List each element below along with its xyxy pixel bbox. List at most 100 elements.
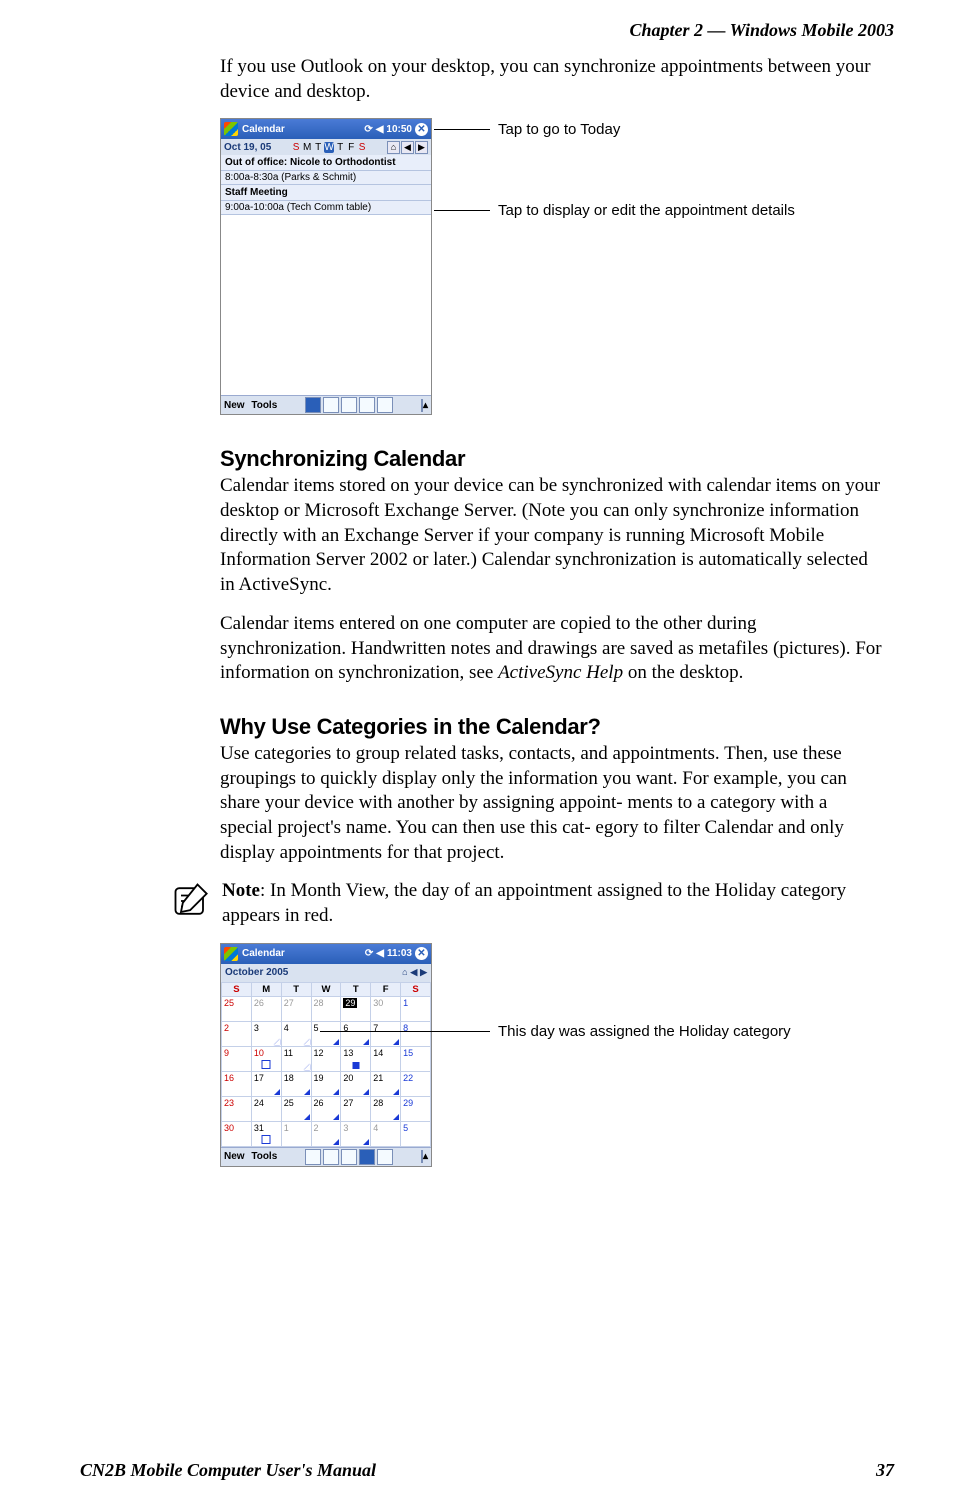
categories-paragraph: Use categories to group related tasks, c…	[220, 742, 884, 865]
day-cell[interactable]: 30	[222, 1121, 252, 1146]
view-day-icon-2[interactable]	[323, 1149, 339, 1165]
view-month-icon[interactable]	[359, 397, 375, 413]
empty-area[interactable]	[221, 215, 431, 395]
day-cell[interactable]: 28	[311, 996, 341, 1021]
day-t2[interactable]: T	[335, 142, 345, 153]
day-cell[interactable]: 1	[281, 1121, 311, 1146]
day-cell[interactable]: 11	[281, 1046, 311, 1071]
next-day-icon[interactable]: ▶	[415, 141, 428, 154]
day-cell[interactable]: 4	[371, 1121, 401, 1146]
day-cell[interactable]: 2	[222, 1021, 252, 1046]
day-cell[interactable]: 30	[371, 996, 401, 1021]
weekday-strip[interactable]: S M T W T F S	[291, 142, 367, 153]
day-t[interactable]: T	[313, 142, 323, 153]
day-cell[interactable]: 7	[371, 1021, 401, 1046]
day-cell[interactable]: 8	[401, 1021, 431, 1046]
day-cell[interactable]: 3	[341, 1121, 371, 1146]
close-icon-2[interactable]: ✕	[415, 947, 428, 960]
new-menu-2[interactable]: New	[224, 1151, 245, 1162]
month-grid[interactable]: S M T W T F S 25262728293012345678910111…	[221, 982, 431, 1147]
day-cell[interactable]: 17	[251, 1071, 281, 1096]
note-text: : In Month View, the day of an appointme…	[222, 880, 846, 926]
day-cell[interactable]: 4	[281, 1021, 311, 1046]
close-icon[interactable]: ✕	[415, 123, 428, 136]
day-cell[interactable]: 21	[371, 1071, 401, 1096]
day-cell[interactable]: 25	[281, 1096, 311, 1121]
day-cell[interactable]: 19	[311, 1071, 341, 1096]
prev-day-icon[interactable]: ◀	[401, 141, 414, 154]
day-cell[interactable]: 1	[401, 996, 431, 1021]
dow-s: S	[222, 982, 252, 996]
prev-month-icon[interactable]: ◀	[410, 967, 417, 977]
screenshot-month-view-wrap: Calendar ⟳ ◀ 11:03 ✕ October 2005 ⌂ ◀ ▶	[220, 943, 884, 1183]
new-menu[interactable]: New	[224, 400, 245, 411]
view-year-icon-2[interactable]	[377, 1149, 393, 1165]
page-header: Chapter 2 — Windows Mobile 2003	[80, 20, 894, 41]
appointment-2-title[interactable]: Staff Meeting	[221, 185, 431, 201]
next-month-icon[interactable]: ▶	[420, 967, 427, 977]
view-week-icon-2[interactable]	[341, 1149, 357, 1165]
day-cell[interactable]: 26	[251, 996, 281, 1021]
view-month-icon-2[interactable]	[359, 1149, 375, 1165]
clock-text: 10:50	[386, 124, 412, 135]
title-bar-2: Calendar ⟳ ◀ 11:03 ✕	[221, 944, 431, 964]
day-cell[interactable]: 3	[251, 1021, 281, 1046]
note-row: Note: In Month View, the day of an appoi…	[220, 879, 884, 928]
day-cell[interactable]: 20	[341, 1071, 371, 1096]
day-cell[interactable]: 6	[341, 1021, 371, 1046]
day-cell[interactable]: 22	[401, 1071, 431, 1096]
view-year-icon[interactable]	[377, 397, 393, 413]
day-cell[interactable]: 16	[222, 1071, 252, 1096]
appointment-1-title[interactable]: Out of office: Nicole to Orthodontist	[221, 155, 431, 171]
appointment-1-detail[interactable]: 8:00a-8:30a (Parks & Schmit)	[221, 171, 431, 185]
today-icon[interactable]: ⌂	[387, 141, 400, 154]
day-cell[interactable]: 2	[311, 1121, 341, 1146]
day-cell[interactable]: 29	[341, 996, 371, 1021]
day-cell[interactable]: 5	[311, 1021, 341, 1046]
day-cell[interactable]: 24	[251, 1096, 281, 1121]
start-icon-2[interactable]	[224, 947, 238, 961]
day-s[interactable]: S	[291, 142, 301, 153]
footer-page-number: 37	[876, 1460, 894, 1481]
day-s2[interactable]: S	[357, 142, 367, 153]
day-cell[interactable]: 9	[222, 1046, 252, 1071]
view-agenda-icon[interactable]	[305, 397, 321, 413]
view-week-icon[interactable]	[341, 397, 357, 413]
day-cell[interactable]: 27	[341, 1096, 371, 1121]
day-cell[interactable]: 27	[281, 996, 311, 1021]
day-cell[interactable]: 18	[281, 1071, 311, 1096]
footer-left: CN2B Mobile Computer User's Manual	[80, 1460, 376, 1481]
day-cell[interactable]: 26	[311, 1096, 341, 1121]
callout-line-2	[434, 210, 490, 211]
day-cell[interactable]: 29	[401, 1096, 431, 1121]
day-cell[interactable]: 28	[371, 1096, 401, 1121]
view-day-icon[interactable]	[323, 397, 339, 413]
day-cell[interactable]: 25	[222, 996, 252, 1021]
dow-w: W	[311, 982, 341, 996]
volume-icon-2: ◀	[376, 948, 384, 959]
day-cell[interactable]: 10	[251, 1046, 281, 1071]
input-arrow-icon[interactable]: ▴	[423, 400, 428, 411]
input-arrow-icon-2[interactable]: ▴	[423, 1151, 428, 1162]
start-icon[interactable]	[224, 122, 238, 136]
today-icon-2[interactable]: ⌂	[402, 967, 407, 977]
appointment-2-detail[interactable]: 9:00a-10:00a (Tech Comm table)	[221, 201, 431, 215]
callout-1: Tap to go to Today	[498, 121, 620, 138]
app-title-2: Calendar	[242, 948, 285, 959]
day-cell[interactable]: 13	[341, 1046, 371, 1071]
day-f[interactable]: F	[346, 142, 356, 153]
day-cell[interactable]: 14	[371, 1046, 401, 1071]
day-m[interactable]: M	[302, 142, 312, 153]
day-cell[interactable]: 12	[311, 1046, 341, 1071]
day-cell[interactable]: 31	[251, 1121, 281, 1146]
day-cell[interactable]: 15	[401, 1046, 431, 1071]
bottom-bar-2: New Tools ▴	[221, 1147, 431, 1166]
view-agenda-icon-2[interactable]	[305, 1149, 321, 1165]
tools-menu-2[interactable]: Tools	[251, 1151, 277, 1162]
day-cell[interactable]: 23	[222, 1096, 252, 1121]
volume-icon: ◀	[376, 124, 384, 135]
heading-categories: Why Use Categories in the Calendar?	[220, 714, 884, 740]
tools-menu[interactable]: Tools	[251, 400, 277, 411]
day-cell[interactable]: 5	[401, 1121, 431, 1146]
day-w-selected[interactable]: W	[324, 142, 334, 153]
